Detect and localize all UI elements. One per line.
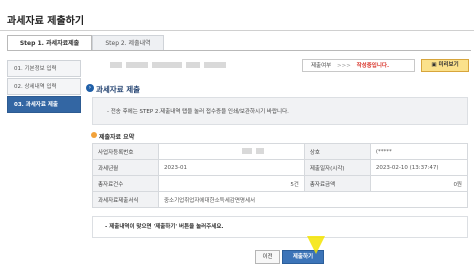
- redacted-block: [186, 62, 200, 68]
- table-header-cell: 상호: [303, 143, 371, 160]
- redacted-block: [255, 148, 264, 155]
- table-header-cell: 과세자료제출서식: [92, 191, 159, 208]
- title-divider: [0, 30, 474, 31]
- bullet-icon: [91, 132, 97, 138]
- table-cell: 중소기업취업자에대한소득세감면명세서: [158, 191, 468, 208]
- status-separator: >>>: [337, 63, 351, 69]
- notice-box: - 전송 후에는 STEP 2.제출내역 탭을 눌러 접수증을 인쇄/보관하시기…: [92, 97, 468, 125]
- step-nav: 01. 기본정보 입력 02. 상세내역 입력 03. 과세자료 제출: [7, 60, 81, 114]
- confirm-notice: - 제출내역이 맞으면 '제출하기' 버튼을 눌러주세요.: [92, 216, 468, 238]
- table-row: 사업자등록번호 상호 (*****: [92, 143, 469, 160]
- table-cell: 5건: [158, 175, 305, 192]
- table-header-cell: 사업자등록번호: [92, 143, 159, 160]
- table-cell: 0원: [369, 175, 469, 192]
- redacted-block: [152, 62, 182, 68]
- tab-submission-history[interactable]: Step 2. 제출내역: [92, 35, 164, 51]
- redacted-block: [126, 62, 148, 68]
- prev-button[interactable]: 이전: [255, 250, 280, 264]
- redacted-block: [204, 62, 226, 68]
- summary-title: 제출자료 요약: [99, 134, 135, 141]
- table-header-cell: 제출일자(시각): [303, 159, 371, 176]
- table-cell: (*****: [369, 143, 469, 160]
- table-header-cell: 총자료금액: [303, 175, 371, 192]
- page-title: 과세자료 제출하기: [7, 16, 85, 27]
- table-row: 과세년월 2023-01 제출일자(시각) 2023-02-10 (13:37:…: [92, 159, 469, 176]
- table-cell: [158, 143, 305, 160]
- redacted-block: [242, 148, 252, 155]
- table-header-cell: 총자료건수: [92, 175, 159, 192]
- table-header-cell: 과세년월: [92, 159, 159, 176]
- step-item-detail[interactable]: 02. 상세내역 입력: [7, 78, 81, 95]
- section-title: 과세자료 제출: [96, 85, 141, 94]
- status-label: 제출여부: [311, 63, 332, 69]
- step-item-submit[interactable]: 03. 과세자료 제출: [7, 96, 81, 113]
- arrow-right-circle-icon: ›: [86, 84, 94, 92]
- preview-button[interactable]: ▣ 미리보기: [421, 59, 469, 72]
- table-cell: 2023-02-10 (13:37:47): [369, 159, 469, 176]
- tab-submit-data[interactable]: Step 1. 과세자료제출: [7, 35, 92, 51]
- tab-divider: [7, 50, 471, 51]
- table-row: 총자료건수 5건 총자료금액 0원: [92, 175, 469, 192]
- table-cell: 2023-01: [158, 159, 305, 176]
- highlight-arrow-icon: [307, 236, 325, 254]
- step-item-basic-info[interactable]: 01. 기본정보 입력: [7, 60, 81, 77]
- status-value: 작성중입니다.: [356, 63, 390, 69]
- preview-label: 미리보기: [438, 62, 459, 68]
- submission-status: 제출여부 >>> 작성중입니다.: [302, 59, 415, 72]
- table-row: 과세자료제출서식 중소기업취업자에대한소득세감면명세서: [92, 191, 468, 208]
- redacted-block: [110, 62, 122, 68]
- summary-table: 사업자등록번호 상호 (***** 과세년월 2023-01 제출일자(시각) …: [92, 143, 469, 208]
